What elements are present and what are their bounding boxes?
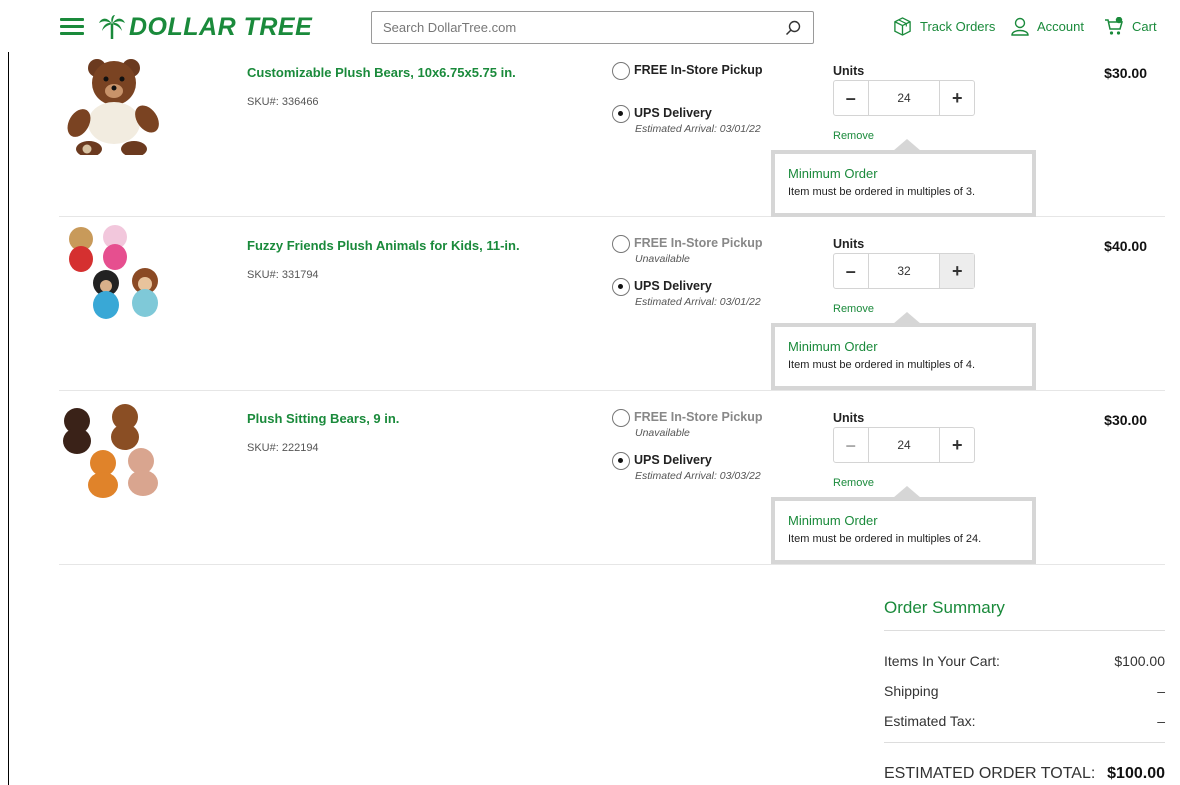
menu-icon[interactable] — [60, 18, 84, 36]
user-icon — [1011, 17, 1029, 36]
delivery-radio[interactable] — [612, 278, 630, 296]
estimated-arrival: Estimated Arrival: 03/01/22 — [635, 296, 761, 308]
quantity-input[interactable]: 24 — [867, 81, 941, 115]
search-input[interactable] — [372, 12, 772, 43]
cart-item-row: Fuzzy Friends Plush Animals for Kids, 11… — [59, 217, 1165, 391]
account-link[interactable]: Account — [1011, 17, 1084, 36]
cart-item-row: Plush Sitting Bears, 9 in. SKU#: 222194 … — [59, 391, 1165, 565]
track-orders-label: Track Orders — [920, 19, 996, 34]
order-total-value: $100.00 — [1107, 765, 1165, 782]
pickup-option[interactable]: FREE In-Store Pickup Unavailable — [612, 409, 792, 447]
minimum-order-tooltip: Minimum Order Item must be ordered in mu… — [771, 312, 1036, 390]
units-label: Units — [833, 64, 865, 78]
order-total-label: ESTIMATED ORDER TOTAL: — [884, 765, 1096, 782]
tooltip-title: Minimum Order — [788, 339, 878, 354]
item-price: $30.00 — [1104, 412, 1147, 428]
shipping-line: Shipping – — [884, 676, 1165, 706]
shipping-label: Shipping — [884, 683, 939, 699]
track-orders-link[interactable]: Track Orders — [893, 17, 995, 36]
estimated-arrival: Estimated Arrival: 03/01/22 — [635, 123, 761, 135]
search-icon[interactable] — [785, 20, 801, 36]
ups-delivery-option[interactable]: UPS Delivery Estimated Arrival: 03/01/22 — [612, 105, 792, 145]
pickup-unavailable: Unavailable — [635, 253, 690, 265]
pickup-radio[interactable] — [612, 235, 630, 253]
remove-link[interactable]: Remove — [833, 303, 874, 315]
quantity-input[interactable]: 32 — [867, 254, 941, 288]
product-name-link[interactable]: Customizable Plush Bears, 10x6.75x5.75 i… — [247, 65, 516, 80]
pickup-radio[interactable] — [612, 62, 630, 80]
pickup-unavailable: Unavailable — [635, 427, 690, 439]
box-icon — [894, 17, 911, 36]
decrease-quantity-button[interactable]: – — [834, 81, 868, 115]
delivery-radio[interactable] — [612, 452, 630, 470]
cart-label: Cart — [1132, 19, 1157, 34]
product-sku: SKU#: 222194 — [247, 442, 319, 454]
units-label: Units — [833, 237, 865, 251]
pickup-label: FREE In-Store Pickup — [634, 236, 763, 250]
tooltip-title: Minimum Order — [788, 513, 878, 528]
cart-icon — [1105, 17, 1123, 35]
pickup-option[interactable]: FREE In-Store Pickup Unavailable — [612, 235, 792, 273]
product-image-plush-animals[interactable] — [59, 219, 169, 329]
quantity-stepper: – 24 + — [833, 80, 975, 116]
items-in-cart-value: $100.00 — [1114, 653, 1165, 669]
item-price: $30.00 — [1104, 65, 1147, 81]
tooltip-arrow — [893, 486, 921, 498]
tooltip-arrow — [893, 139, 921, 151]
palm-tree-icon — [99, 15, 125, 39]
delivery-label: UPS Delivery — [634, 279, 712, 293]
pickup-option[interactable]: FREE In-Store Pickup — [612, 62, 792, 102]
decrease-quantity-button[interactable]: – — [834, 428, 868, 462]
minimum-order-tooltip: Minimum Order Item must be ordered in mu… — [771, 486, 1036, 564]
remove-link[interactable]: Remove — [833, 477, 874, 489]
tooltip-title: Minimum Order — [788, 166, 878, 181]
order-summary-title: Order Summary — [884, 598, 1165, 631]
minimum-order-tooltip: Minimum Order Item must be ordered in mu… — [771, 139, 1036, 217]
search-bar — [371, 11, 814, 44]
logo-text: DOLLAR TREE — [129, 12, 313, 41]
account-label: Account — [1037, 19, 1084, 34]
tooltip-arrow — [893, 312, 921, 324]
quantity-stepper: – 32 + — [833, 253, 975, 289]
items-in-cart-label: Items In Your Cart: — [884, 653, 1000, 669]
shipping-value: – — [1157, 683, 1165, 699]
remove-link[interactable]: Remove — [833, 130, 874, 142]
page-frame-border — [8, 0, 9, 785]
ups-delivery-option[interactable]: UPS Delivery Estimated Arrival: 03/01/22 — [612, 278, 792, 318]
decrease-quantity-button[interactable]: – — [834, 254, 868, 288]
increase-quantity-button[interactable]: + — [940, 254, 974, 288]
dollar-tree-logo[interactable]: DOLLAR TREE — [99, 13, 312, 41]
estimated-tax-label: Estimated Tax: — [884, 713, 976, 729]
product-sku: SKU#: 331794 — [247, 269, 319, 281]
ups-delivery-option[interactable]: UPS Delivery Estimated Arrival: 03/03/22 — [612, 452, 792, 492]
product-image-plush-bear[interactable] — [59, 45, 169, 155]
quantity-input[interactable]: 24 — [867, 428, 941, 462]
pickup-label: FREE In-Store Pickup — [634, 63, 763, 77]
units-label: Units — [833, 411, 865, 425]
product-sku: SKU#: 336466 — [247, 96, 319, 108]
order-summary: Order Summary Items In Your Cart: $100.0… — [884, 598, 1165, 783]
delivery-label: UPS Delivery — [634, 453, 712, 467]
quantity-stepper: – 24 + — [833, 427, 975, 463]
cart-item-row: Customizable Plush Bears, 10x6.75x5.75 i… — [59, 43, 1165, 217]
item-price: $40.00 — [1104, 238, 1147, 254]
product-name-link[interactable]: Plush Sitting Bears, 9 in. — [247, 411, 399, 426]
delivery-label: UPS Delivery — [634, 106, 712, 120]
estimated-arrival: Estimated Arrival: 03/03/22 — [635, 470, 761, 482]
pickup-radio[interactable] — [612, 409, 630, 427]
product-name-link[interactable]: Fuzzy Friends Plush Animals for Kids, 11… — [247, 238, 520, 253]
increase-quantity-button[interactable]: + — [940, 428, 974, 462]
tooltip-text: Item must be ordered in multiples of 24. — [788, 533, 982, 545]
items-in-cart-line: Items In Your Cart: $100.00 — [884, 646, 1165, 676]
tooltip-text: Item must be ordered in multiples of 4. — [788, 359, 976, 371]
tooltip-text: Item must be ordered in multiples of 3. — [788, 186, 976, 198]
increase-quantity-button[interactable]: + — [940, 81, 974, 115]
cart-link[interactable]: Cart — [1104, 17, 1157, 36]
delivery-radio[interactable] — [612, 105, 630, 123]
product-image-sitting-bears[interactable] — [59, 393, 169, 503]
order-total-line: ESTIMATED ORDER TOTAL: $100.00 — [884, 743, 1165, 783]
pickup-label: FREE In-Store Pickup — [634, 410, 763, 424]
estimated-tax-line: Estimated Tax: – — [884, 706, 1165, 736]
estimated-tax-value: – — [1157, 713, 1165, 729]
